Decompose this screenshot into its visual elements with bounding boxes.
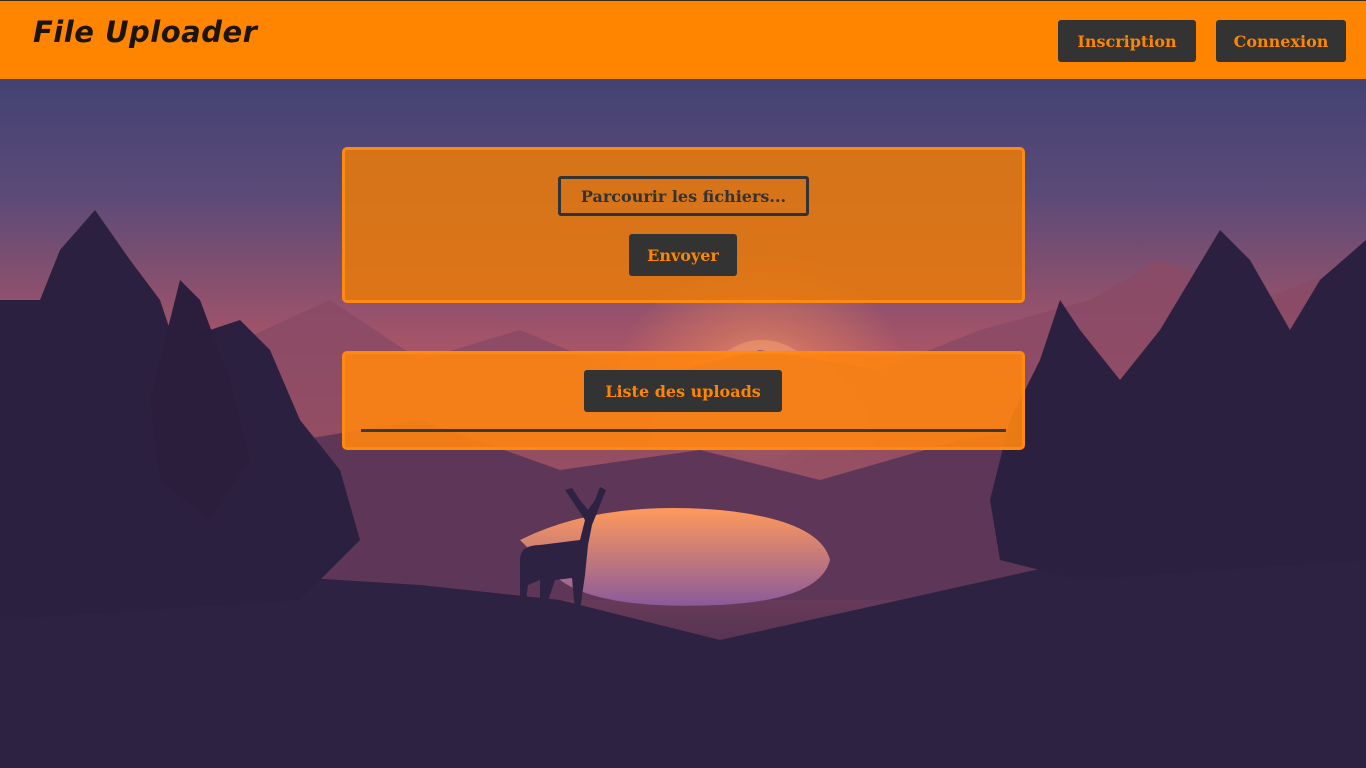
app-title[interactable]: File Uploader bbox=[33, 15, 257, 49]
browse-files-button[interactable]: Parcourir les fichiers... bbox=[558, 176, 809, 216]
top-navbar: File Uploader Inscription Connexion bbox=[0, 0, 1366, 79]
send-button[interactable]: Envoyer bbox=[629, 234, 737, 276]
uploads-list-panel: Liste des uploads bbox=[342, 351, 1025, 450]
login-button[interactable]: Connexion bbox=[1216, 20, 1346, 62]
uploads-list-title: Liste des uploads bbox=[584, 370, 782, 412]
uploads-list-divider bbox=[361, 429, 1006, 432]
upload-panel: Parcourir les fichiers... Envoyer bbox=[342, 147, 1025, 303]
signup-button[interactable]: Inscription bbox=[1058, 20, 1196, 62]
